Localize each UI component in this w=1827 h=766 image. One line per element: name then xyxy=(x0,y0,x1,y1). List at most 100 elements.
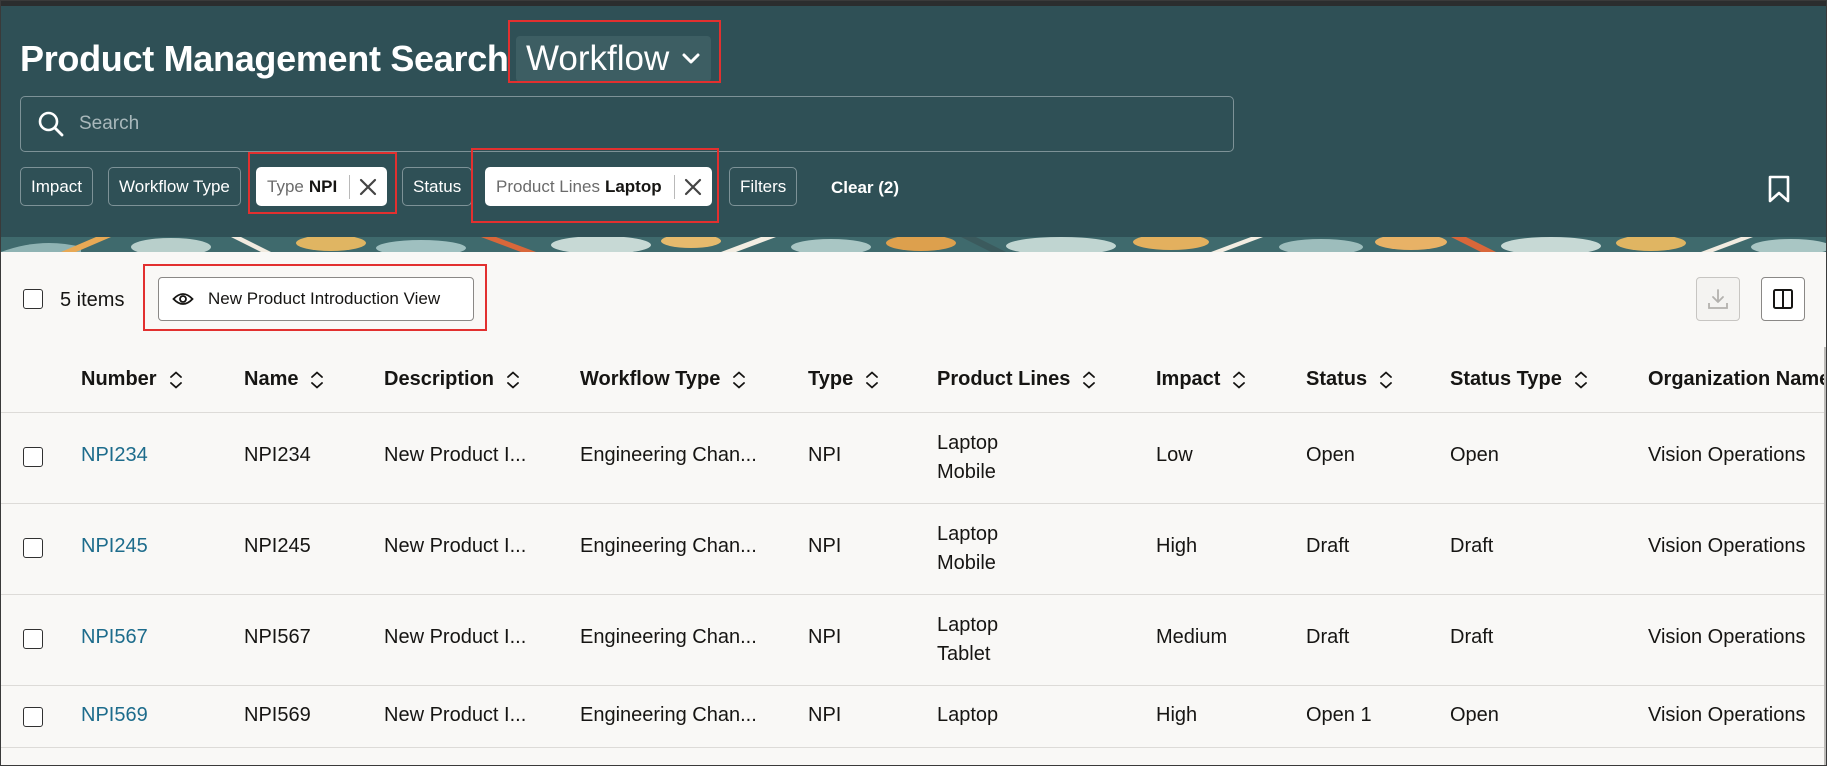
type-cell: NPI xyxy=(808,535,842,557)
type-cell: NPI xyxy=(808,704,842,726)
search-header: Product Management Search Workflow Impac… xyxy=(1,6,1826,237)
workflow-number-link[interactable]: NPI245 xyxy=(81,535,148,558)
filter-chip-value: NPI xyxy=(308,176,338,196)
column-header-label: Product Lines xyxy=(937,368,1071,390)
filter-chip-type[interactable]: Type NPI xyxy=(256,167,388,206)
impact-cell: Medium xyxy=(1156,626,1228,648)
impact-cell: Low xyxy=(1156,444,1193,466)
sort-icon xyxy=(169,371,182,388)
type-cell: NPI xyxy=(808,626,842,648)
filters-button-label: Filters xyxy=(740,176,787,196)
sort-icon xyxy=(1380,371,1393,388)
filter-chip-status[interactable]: Status xyxy=(402,167,473,206)
row-checkbox[interactable] xyxy=(23,538,43,558)
impact-cell: High xyxy=(1156,704,1198,726)
status-cell: Draft xyxy=(1306,626,1350,648)
organization-cell: Vision Operations xyxy=(1648,626,1806,648)
product-lines-cell: Laptop Mobile xyxy=(937,520,998,578)
remove-filter-button[interactable] xyxy=(350,167,386,206)
product-lines-cell: Laptop xyxy=(937,704,998,727)
manage-columns-button[interactable] xyxy=(1761,277,1805,321)
view-selector-label: New Product Introduction View xyxy=(208,289,441,308)
column-header-type[interactable]: Type xyxy=(808,368,879,391)
sort-icon xyxy=(507,371,519,388)
column-header-label: Description xyxy=(384,368,495,390)
remove-filter-button[interactable] xyxy=(675,167,711,206)
column-header-label: Name xyxy=(244,368,299,390)
column-header-description[interactable]: Description xyxy=(384,368,520,391)
filters-button[interactable]: Filters xyxy=(729,167,798,206)
sort-icon xyxy=(866,371,879,388)
filter-chip-value: Laptop xyxy=(604,176,662,196)
organization-cell: Vision Operations xyxy=(1648,704,1806,726)
column-header-label: Status Type xyxy=(1450,368,1562,390)
workflow-type-cell: Engineering Chan... xyxy=(580,535,757,557)
object-type-selector[interactable]: Workflow xyxy=(516,36,712,82)
column-header-label: Status xyxy=(1306,368,1368,390)
type-cell: NPI xyxy=(808,444,842,466)
description-cell: New Product I... xyxy=(384,535,527,557)
organization-cell: Vision Operations xyxy=(1648,535,1806,557)
select-all-checkbox[interactable] xyxy=(23,289,43,309)
row-checkbox[interactable] xyxy=(23,707,43,727)
column-header-label: Number xyxy=(81,368,157,390)
decorative-banner xyxy=(1,237,1826,252)
impact-cell: High xyxy=(1156,535,1198,557)
workflow-type-cell: Engineering Chan... xyxy=(580,626,757,648)
chevron-down-icon xyxy=(682,53,700,64)
column-header-impact[interactable]: Impact xyxy=(1156,368,1246,391)
column-header-label: Type xyxy=(808,368,854,390)
search-box[interactable] xyxy=(20,96,1234,152)
filter-chip-label: Product Lines xyxy=(496,176,600,196)
table-row[interactable]: NPI245 NPI245 New Product I... Engineeri… xyxy=(1,504,1826,595)
column-header-label: Workflow Type xyxy=(580,368,721,390)
filter-chip-product-lines[interactable]: Product Lines Laptop xyxy=(485,167,712,206)
table-row[interactable]: NPI234 NPI234 New Product I... Engineeri… xyxy=(1,413,1826,504)
product-line: Laptop xyxy=(937,614,999,636)
column-header-product-lines[interactable]: Product Lines xyxy=(937,368,1096,391)
status-cell: Draft xyxy=(1306,535,1350,557)
name-cell: NPI234 xyxy=(244,444,311,466)
description-cell: New Product I... xyxy=(384,444,527,466)
view-selector-button[interactable]: New Product Introduction View xyxy=(158,277,474,321)
column-header-status[interactable]: Status xyxy=(1306,368,1393,391)
status-cell: Open 1 xyxy=(1306,704,1372,726)
table-scrollbar[interactable] xyxy=(1824,347,1826,765)
filter-chip-workflow-type[interactable]: Workflow Type xyxy=(108,167,241,206)
search-input[interactable] xyxy=(79,113,1233,135)
column-header-number[interactable]: Number xyxy=(81,368,183,391)
row-checkbox[interactable] xyxy=(23,447,43,467)
name-cell: NPI245 xyxy=(244,535,311,557)
column-header-name[interactable]: Name xyxy=(244,368,324,391)
filter-chip-label: Status xyxy=(413,176,462,196)
bookmark-icon[interactable] xyxy=(1766,174,1792,204)
workflow-type-cell: Engineering Chan... xyxy=(580,444,757,466)
clear-filters-link[interactable]: Clear (2) xyxy=(831,178,899,198)
column-header-workflow-type[interactable]: Workflow Type xyxy=(580,368,746,391)
product-line: Laptop xyxy=(937,704,999,726)
product-line: Mobile xyxy=(937,461,996,483)
description-cell: New Product I... xyxy=(384,626,527,648)
column-header-status-type[interactable]: Status Type xyxy=(1450,368,1588,391)
product-lines-cell: Laptop Mobile xyxy=(937,429,998,487)
table-row[interactable]: NPI567 NPI567 New Product I... Engineeri… xyxy=(1,595,1826,686)
row-checkbox[interactable] xyxy=(23,629,43,649)
name-cell: NPI569 xyxy=(244,704,311,726)
filter-chip-impact[interactable]: Impact xyxy=(20,167,94,206)
workflow-number-link[interactable]: NPI234 xyxy=(81,444,148,467)
workflow-number-link[interactable]: NPI569 xyxy=(81,704,148,727)
app-frame: Product Management Search Workflow Impac… xyxy=(0,0,1827,766)
table-row[interactable]: NPI569 NPI569 New Product I... Engineeri… xyxy=(1,686,1826,748)
product-line: Tablet xyxy=(937,643,991,665)
item-count: 5 items xyxy=(60,289,125,311)
status-type-cell: Open xyxy=(1450,704,1499,726)
column-header-organization-name[interactable]: Organization Name xyxy=(1648,368,1826,391)
workflow-number-link[interactable]: NPI567 xyxy=(81,626,148,649)
product-line: Laptop xyxy=(937,523,999,545)
object-type-label: Workflow xyxy=(526,39,670,78)
product-line: Laptop xyxy=(937,432,999,454)
download-icon xyxy=(1708,289,1728,309)
table-header: Number Name Description Workflow Type Ty… xyxy=(1,347,1826,413)
product-line: Mobile xyxy=(937,552,996,574)
export-button[interactable] xyxy=(1696,277,1740,321)
